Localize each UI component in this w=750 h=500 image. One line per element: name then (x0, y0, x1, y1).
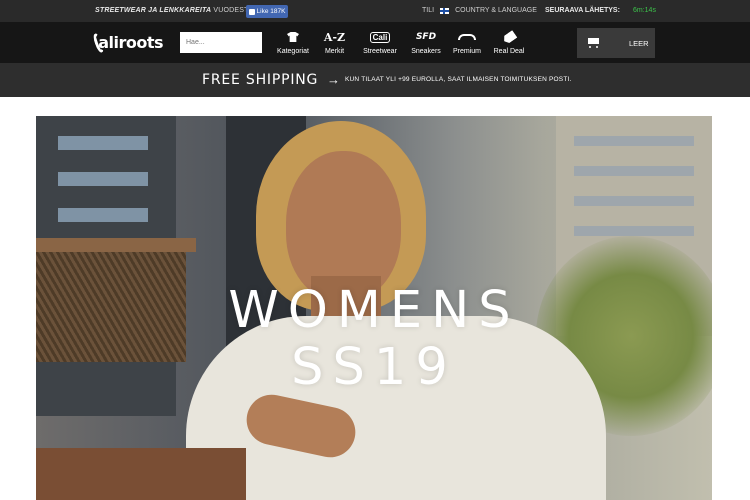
account-link[interactable]: TILI (422, 7, 434, 14)
nav-item-sneakers[interactable]: SFD Sneakers (405, 29, 447, 55)
facebook-like-count: Like 187K (256, 8, 286, 15)
nav-item-premium[interactable]: Premium (447, 29, 487, 55)
next-shipment-timer: 6m:14s (633, 7, 656, 14)
shirt-icon (287, 29, 299, 45)
tagline-bold: STREETWEAR JA LENKKAREITA (95, 7, 212, 14)
nav-item-real-deal[interactable]: Real Deal (487, 29, 531, 55)
hero-title: WOMENS SS19 (36, 282, 712, 396)
caliroots-icon: Cali (369, 29, 391, 45)
main-header: aliroots Kategoriat A-Z Merkit Cali Stre… (0, 22, 750, 63)
top-utility-bar: STREETWEAR JA LENKKAREITA VUODESTA 2003 … (0, 0, 750, 22)
arrow-right-icon: → (327, 72, 340, 87)
country-language-selector[interactable]: TILI COUNTRY & LANGUAGE (422, 7, 537, 14)
hero-banner[interactable]: WOMENS SS19 (36, 116, 712, 500)
nav-label: Merkit (324, 48, 345, 55)
nav-label: Streetwear (363, 48, 397, 55)
cart-label: LEER (629, 38, 649, 48)
next-shipment-label: SEURAAVA LÄHETYS: (545, 7, 620, 14)
nav-item-streetwear[interactable]: Cali Streetwear (355, 29, 405, 55)
nav-label: Premium (452, 48, 481, 55)
cart-button[interactable]: LEER (577, 28, 655, 58)
caliroots-logo[interactable]: aliroots (91, 30, 163, 55)
main-nav: Kategoriat A-Z Merkit Cali Streetwear SF… (272, 29, 531, 55)
hero-title-line1: WOMENS (228, 281, 520, 340)
a-z-icon: A-Z (323, 30, 346, 44)
logo-text: aliroots (98, 33, 163, 52)
sfd-icon: SFD (415, 32, 437, 42)
cart-icon (586, 36, 602, 50)
tagline: STREETWEAR JA LENKKAREITA VUODESTA 2003 (95, 7, 271, 14)
thumbs-up-icon (248, 8, 255, 15)
nav-label: Real Deal (493, 48, 525, 55)
shipping-subtitle: KUN TILAAT YLI +99 EUROLLA, SAAT ILMAISE… (345, 76, 572, 83)
wooden-railing (36, 448, 246, 500)
nav-label: Kategoriat (277, 48, 309, 55)
search-input[interactable] (180, 32, 262, 53)
premium-icon (458, 29, 476, 45)
finland-flag-icon (440, 7, 450, 14)
hero-title-line2: SS19 (291, 338, 457, 397)
nav-item-kategoriat[interactable]: Kategoriat (272, 29, 314, 55)
free-shipping-banner[interactable]: FREE SHIPPING → KUN TILAAT YLI +99 EUROL… (0, 63, 750, 97)
tag-icon (503, 29, 516, 45)
shipping-title: FREE SHIPPING (202, 72, 319, 88)
nav-item-merkit[interactable]: A-Z Merkit (314, 29, 355, 56)
planter-rim (36, 238, 196, 252)
nav-label: Sneakers (411, 48, 441, 55)
country-language-label[interactable]: COUNTRY & LANGUAGE (455, 7, 537, 14)
facebook-like-button[interactable]: Like 187K (246, 5, 288, 18)
